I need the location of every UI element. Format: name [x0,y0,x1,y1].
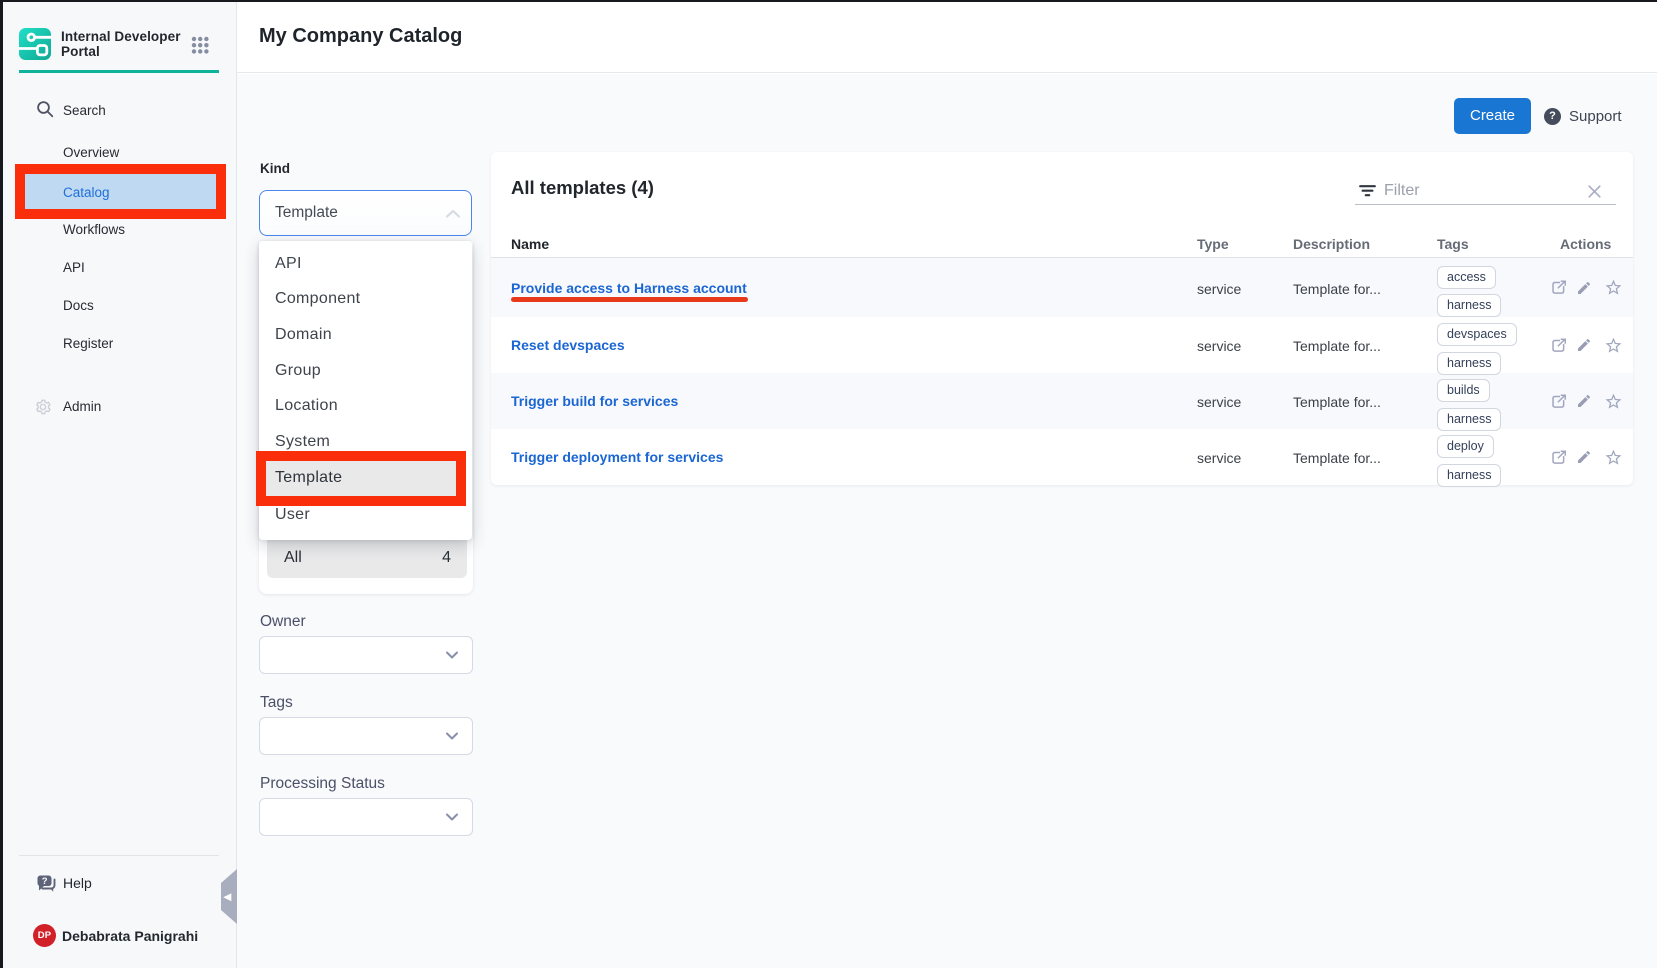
svg-text:?: ? [42,876,48,887]
